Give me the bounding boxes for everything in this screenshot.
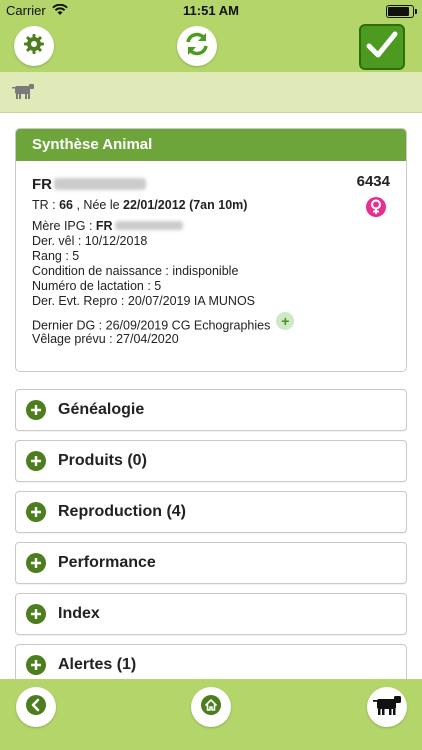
section-label: Alertes (1) [58,656,137,673]
synthese-card: Synthèse Animal FR 6434 TR : 66 , Née le… [15,128,407,372]
section-label: Généalogie [58,401,145,418]
checkmark-icon [366,30,398,65]
battery-icon [386,5,417,18]
section-genealogie[interactable]: Généalogie [15,389,407,431]
plus-icon [26,604,46,624]
plus-icon [26,502,46,522]
bottom-toolbar [0,679,422,750]
synthese-body: FR 6434 TR : 66 , Née le 22/01/2012 (7an… [16,161,406,359]
home-icon [200,694,222,721]
section-produits[interactable]: Produits (0) [15,440,407,482]
section-performance[interactable]: Performance [15,542,407,584]
tr-label: TR : [32,198,60,212]
section-label: Index [58,605,100,622]
clock-time: 11:51 AM [183,3,239,18]
content-area[interactable]: Synthèse Animal FR 6434 TR : 66 , Née le… [0,113,422,679]
section-label: Produits (0) [58,452,147,469]
cow-icon [371,694,403,721]
home-button[interactable] [191,687,231,727]
animal-id-prefix: FR [32,175,52,193]
settings-button[interactable] [14,26,54,66]
section-reproduction[interactable]: Reproduction (4) [15,491,407,533]
section-alertes[interactable]: Alertes (1) [15,644,407,679]
gear-icon [23,33,45,60]
top-toolbar [0,20,422,72]
plus-icon [26,451,46,471]
mother-prefix: FR [95,219,113,233]
back-button[interactable] [16,687,56,727]
birth-label: , Née le [73,198,124,212]
velage-line: Vêlage prévu : 27/04/2020 [32,332,179,346]
dg-text: Dernier DG : 26/09/2019 CG Echographies [32,318,271,333]
sub-header [0,72,422,113]
plus-icon [26,655,46,675]
info-line: Condition de naissance : indisponible [32,264,239,278]
mother-label: Mère IPG : [32,219,96,233]
info-line: Numéro de lactation : 5 [32,279,162,293]
back-arrow-icon [25,694,47,721]
section-label: Performance [58,554,156,571]
info-line: Der. vêl : 10/12/2018 [32,234,148,248]
cow-icon [10,82,36,105]
info-line: Der. Evt. Repro : 20/07/2019 IA MUNOS [32,294,256,308]
female-icon [366,197,386,217]
animal-id-blurred [54,178,146,190]
tr-value: 66 [59,198,73,212]
refresh-icon [183,30,211,63]
refresh-button[interactable] [177,26,217,66]
confirm-button[interactable] [359,24,405,70]
mother-id-blurred [114,221,183,230]
add-dg-icon[interactable]: + [276,312,295,330]
section-label: Reproduction (4) [58,503,186,520]
animal-number: 6434 [356,173,390,190]
birth-value: 22/01/2012 (7an 10m) [123,198,248,212]
section-index[interactable]: Index [15,593,407,635]
animal-id: FR [32,173,390,195]
info-line: Rang : 5 [32,249,80,263]
synthese-title: Synthèse Animal [16,129,406,161]
mother-line: Mère IPG : FR [32,219,390,234]
status-bar: Carrier 11:51 AM [0,0,422,20]
dg-line: Dernier DG : 26/09/2019 CG Echographies + [32,312,390,333]
animal-button[interactable] [367,687,407,727]
tr-line: TR : 66 , Née le 22/01/2012 (7an 10m) [32,198,390,213]
plus-icon [26,553,46,573]
plus-icon [26,400,46,420]
